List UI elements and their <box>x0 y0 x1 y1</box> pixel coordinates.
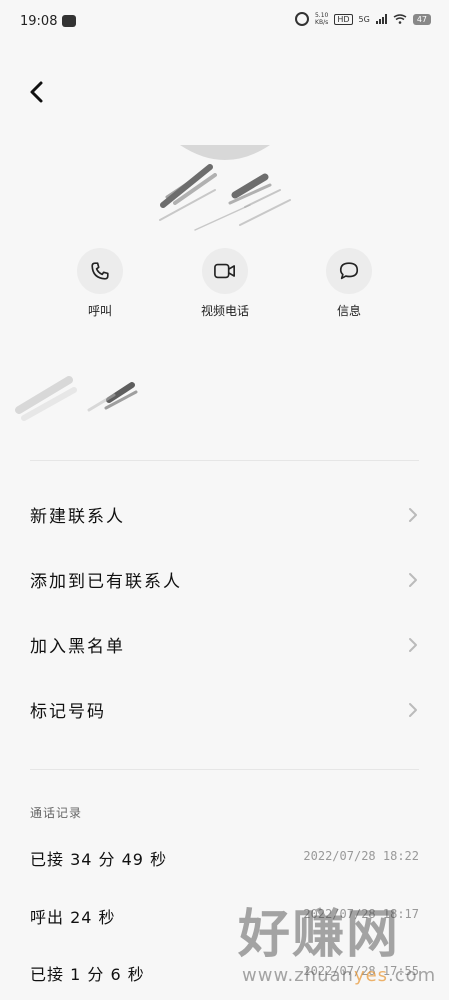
call-log-time: 2022/07/28 18:17 <box>303 907 419 921</box>
status-bar: 19:08 5.10 KB/s HD 5G 47 <box>0 0 449 44</box>
message-button[interactable] <box>326 248 372 294</box>
back-icon[interactable] <box>24 78 52 106</box>
chevron-right-icon <box>409 703 417 717</box>
hd-badge: HD <box>334 13 353 25</box>
divider <box>30 460 419 461</box>
video-camera-icon <box>214 263 235 279</box>
status-icons: 5.10 KB/s HD 5G 47 <box>294 12 431 26</box>
status-time: 19:08 <box>20 14 58 29</box>
call-label: 呼叫 <box>87 304 112 318</box>
call-log-desc: 呼出 24 秒 <box>30 908 116 927</box>
phone-icon <box>91 262 109 280</box>
message-bubble-icon <box>339 262 359 280</box>
contact-name-blurred <box>15 376 138 421</box>
menu-item-mark-number[interactable]: 标记号码 <box>0 679 449 739</box>
video-call-label: 视频电话 <box>200 304 249 318</box>
menu-item-blacklist[interactable]: 加入黑名单 <box>0 614 449 674</box>
menu-item-label: 加入黑名单 <box>30 637 125 657</box>
call-log-title: 通话记录 <box>30 806 83 820</box>
divider <box>30 769 419 770</box>
menu-item-new-contact[interactable]: 新建联系人 <box>0 484 449 544</box>
net-speed: 5.10 KB/s <box>314 12 329 26</box>
battery-icon: 47 <box>412 13 431 25</box>
call-log-entry[interactable]: 已接 34 分 49 秒 2022/07/28 18:22 <box>0 840 449 880</box>
quick-actions: 呼叫 视频电话 信息 <box>0 248 449 328</box>
chevron-right-icon <box>409 508 417 522</box>
call-button[interactable] <box>77 248 123 294</box>
video-call-action[interactable]: 视频电话 <box>170 248 280 319</box>
call-log-time: 2022/07/28 17:55 <box>303 964 419 978</box>
call-log-entry[interactable]: 呼出 24 秒 2022/07/28 18:17 <box>0 898 449 938</box>
menu-item-label: 标记号码 <box>30 702 106 722</box>
call-log-entry[interactable]: 已接 1 分 6 秒 2022/07/28 17:55 <box>0 955 449 995</box>
alarm-icon <box>294 12 309 26</box>
message-action[interactable]: 信息 <box>294 248 404 319</box>
notification-icon <box>62 15 76 27</box>
avatar <box>159 145 291 231</box>
menu-item-label: 添加到已有联系人 <box>30 572 182 592</box>
menu-item-label: 新建联系人 <box>30 507 125 527</box>
call-log-time: 2022/07/28 18:22 <box>303 849 419 863</box>
message-label: 信息 <box>336 304 361 318</box>
call-log-desc: 已接 34 分 49 秒 <box>30 850 168 869</box>
call-action[interactable]: 呼叫 <box>45 248 155 319</box>
wifi-icon <box>393 14 407 24</box>
network-type: 5G <box>358 14 370 24</box>
chevron-right-icon <box>409 573 417 587</box>
call-log-desc: 已接 1 分 6 秒 <box>30 965 145 984</box>
menu-item-add-to-existing[interactable]: 添加到已有联系人 <box>0 549 449 609</box>
video-call-button[interactable] <box>202 248 248 294</box>
chevron-right-icon <box>409 638 417 652</box>
signal-icon <box>375 14 387 24</box>
